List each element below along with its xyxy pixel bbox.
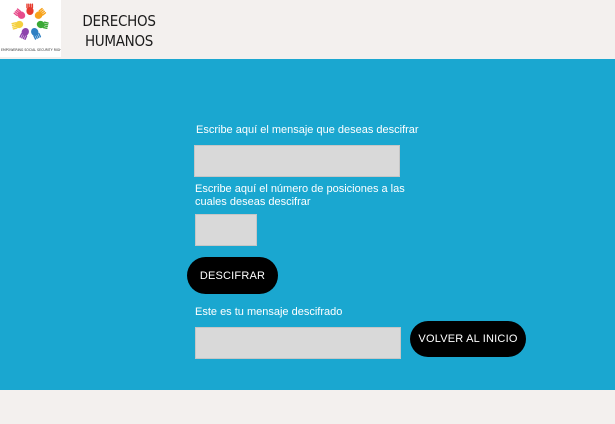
hands-logo-icon xyxy=(11,3,49,41)
hand-icon xyxy=(31,27,42,40)
brand-title-line2: HUMANOS xyxy=(84,32,154,50)
message-label: Escribe aquí el mensaje que deseas desci… xyxy=(196,124,419,136)
hand-icon xyxy=(34,7,47,19)
message-field[interactable] xyxy=(194,145,400,177)
header: EMPOWERING SOCIAL SECURITY RIGHTS DERECH… xyxy=(0,0,615,59)
brand-title: DERECHOS HUMANOS xyxy=(79,11,159,51)
decrypt-panel: Escribe aquí el mensaje que deseas desci… xyxy=(0,59,615,390)
result-field[interactable] xyxy=(195,327,401,359)
hand-icon xyxy=(26,3,34,15)
positions-field[interactable] xyxy=(195,214,257,246)
hand-icon xyxy=(36,20,49,30)
message-input[interactable] xyxy=(195,146,399,176)
decrypt-button[interactable]: DESCIFRAR xyxy=(187,257,278,294)
hand-icon xyxy=(11,20,24,30)
brand-title-line1: DERECHOS xyxy=(82,12,156,30)
positions-label: Escribe aquí el número de posiciones a l… xyxy=(195,183,405,208)
logo-caption: EMPOWERING SOCIAL SECURITY RIGHTS xyxy=(1,48,61,52)
positions-input[interactable] xyxy=(196,215,256,245)
result-label: Este es tu mensaje descifrado xyxy=(195,306,343,318)
result-output[interactable] xyxy=(196,328,400,358)
home-button[interactable]: VOLVER AL INICIO xyxy=(410,321,526,357)
hand-icon xyxy=(19,27,29,41)
hand-icon xyxy=(13,8,26,19)
footer xyxy=(0,390,615,424)
logo: EMPOWERING SOCIAL SECURITY RIGHTS xyxy=(0,0,61,57)
